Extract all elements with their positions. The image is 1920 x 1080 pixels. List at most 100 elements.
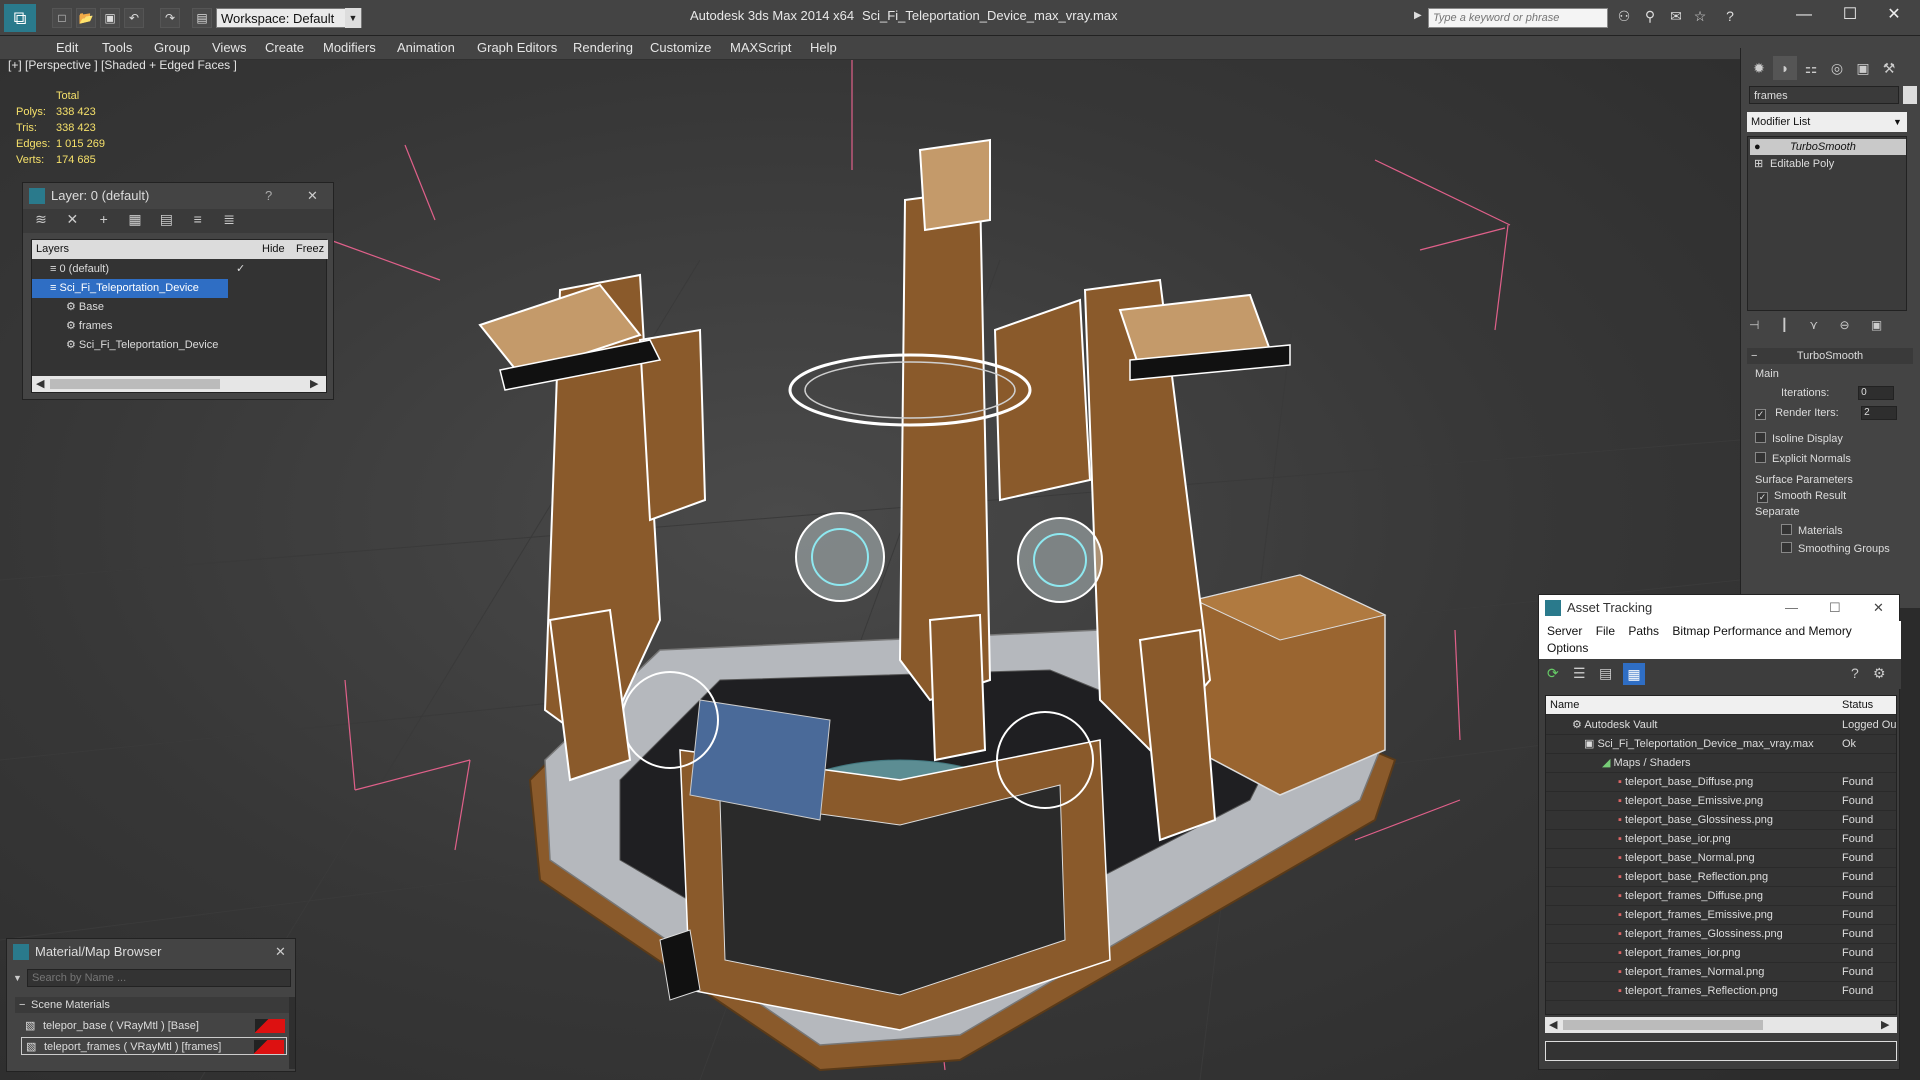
binoculars-icon[interactable]: ⚇ bbox=[1614, 8, 1634, 28]
expand-plus-icon[interactable]: ⊞ bbox=[1754, 156, 1763, 172]
col-name[interactable]: Name bbox=[1546, 699, 1579, 711]
open-file-icon[interactable]: 📂 bbox=[76, 8, 96, 28]
asset-row[interactable]: ▪ teleport_base_Normal.png Found bbox=[1546, 849, 1896, 868]
chevron-right-icon[interactable]: ▶ bbox=[1881, 1018, 1889, 1031]
object-name-field[interactable]: frames bbox=[1749, 86, 1899, 104]
menu-rendering[interactable]: Rendering bbox=[573, 40, 633, 55]
menu-create[interactable]: Create bbox=[265, 40, 304, 55]
material-item[interactable]: ▧ telepor_base ( VRayMtl ) [Base] bbox=[21, 1017, 287, 1035]
asset-menu-options[interactable]: Options bbox=[1547, 641, 1588, 655]
collapse-minus-icon[interactable]: − bbox=[1751, 348, 1757, 364]
layer-row[interactable]: ⚙ frames bbox=[32, 317, 328, 336]
asset-row[interactable]: ▪ teleport_frames_Diffuse.png Found bbox=[1546, 887, 1896, 906]
modify-tab-icon[interactable]: ◗ bbox=[1773, 56, 1797, 80]
configure-sets-icon[interactable]: ▣ bbox=[1871, 318, 1882, 332]
object-color-swatch[interactable] bbox=[1903, 86, 1917, 104]
list-view-icon[interactable]: ☰ bbox=[1573, 665, 1586, 682]
asset-menu-bitmap-performance[interactable]: Bitmap Performance and Memory bbox=[1672, 624, 1851, 638]
layer-row[interactable]: ⚙ Sci_Fi_Teleportation_Device bbox=[32, 336, 328, 355]
set-current-icon[interactable]: ≡ bbox=[188, 211, 208, 231]
collapse-minus-icon[interactable]: − bbox=[19, 997, 25, 1013]
minimize-icon[interactable]: — bbox=[1784, 4, 1824, 26]
maximize-icon[interactable]: ☐ bbox=[1829, 595, 1841, 621]
menu-tools[interactable]: Tools bbox=[102, 40, 132, 55]
close-icon[interactable]: ✕ bbox=[275, 939, 286, 965]
make-unique-icon[interactable]: ⋎ bbox=[1809, 318, 1818, 332]
chevron-down-icon[interactable]: ▼ bbox=[13, 973, 22, 983]
menu-customize[interactable]: Customize bbox=[650, 40, 711, 55]
menu-maxscript[interactable]: MAXScript bbox=[730, 40, 791, 55]
workspace-dropdown[interactable]: Workspace: Default bbox=[216, 8, 362, 28]
favorites-icon[interactable]: ☆ bbox=[1690, 8, 1710, 28]
remove-modifier-icon[interactable]: ⊖ bbox=[1840, 318, 1850, 332]
menu-modifiers[interactable]: Modifiers bbox=[323, 40, 376, 55]
menu-edit[interactable]: Edit bbox=[56, 40, 78, 55]
scroll-thumb[interactable] bbox=[1563, 1020, 1763, 1030]
grid-view-icon[interactable]: ▦ bbox=[1623, 663, 1645, 685]
app-logo-icon[interactable]: ⧉ bbox=[4, 4, 36, 32]
undo-icon[interactable]: ↶ bbox=[124, 8, 144, 28]
close-icon[interactable]: ✕ bbox=[1873, 595, 1884, 621]
col-layers[interactable]: Layers bbox=[32, 243, 69, 255]
asset-row[interactable]: ▪ teleport_frames_ior.png Found bbox=[1546, 944, 1896, 963]
add-icon[interactable]: + bbox=[94, 211, 114, 231]
smoothing-groups-checkbox[interactable] bbox=[1781, 542, 1792, 553]
chevron-left-icon[interactable]: ◀ bbox=[36, 377, 44, 390]
maximize-icon[interactable]: ☐ bbox=[1830, 4, 1870, 26]
render-iters-checkbox[interactable]: ✓ bbox=[1755, 408, 1766, 420]
asset-row[interactable]: ⚙ Autodesk Vault Logged Ou bbox=[1546, 716, 1896, 735]
explicit-normals-checkbox[interactable] bbox=[1755, 452, 1766, 463]
asset-path-field[interactable] bbox=[1545, 1041, 1897, 1061]
asset-tracking-title-bar[interactable]: Asset Tracking — ☐ ✕ bbox=[1539, 595, 1899, 621]
help-icon[interactable]: ? bbox=[1718, 8, 1742, 28]
material-browser-title-bar[interactable]: Material/Map Browser ✕ bbox=[7, 939, 295, 965]
layer-row[interactable]: ≡ Sci_Fi_Teleportation_Device bbox=[32, 279, 228, 298]
col-freeze[interactable]: Freez bbox=[296, 240, 324, 259]
asset-row[interactable]: ▪ teleport_base_Diffuse.png Found bbox=[1546, 773, 1896, 792]
smooth-result-checkbox[interactable]: ✓ bbox=[1757, 492, 1768, 503]
asset-row[interactable]: ▪ teleport_frames_Emissive.png Found bbox=[1546, 906, 1896, 925]
refresh-icon[interactable]: ⟳ bbox=[1547, 665, 1559, 682]
asset-menu-file[interactable]: File bbox=[1596, 624, 1615, 638]
utilities-tab-icon[interactable]: ⚒ bbox=[1877, 56, 1901, 80]
subscription-icon[interactable]: ⚲ bbox=[1640, 8, 1660, 28]
chevron-left-icon[interactable]: ◀ bbox=[1549, 1018, 1557, 1031]
asset-row[interactable]: ▪ teleport_base_Emissive.png Found bbox=[1546, 792, 1896, 811]
horizontal-scrollbar[interactable]: ◀ ▶ bbox=[1545, 1017, 1897, 1033]
iterations-spinner[interactable]: 0 bbox=[1858, 386, 1895, 400]
material-search-input[interactable] bbox=[27, 969, 291, 987]
asset-row[interactable]: ▪ teleport_base_ior.png Found bbox=[1546, 830, 1896, 849]
select-objects-icon[interactable]: ▦ bbox=[125, 211, 145, 231]
materials-checkbox[interactable] bbox=[1781, 524, 1792, 535]
col-status[interactable]: Status bbox=[1842, 696, 1873, 715]
pin-stack-icon[interactable]: ⊣ bbox=[1749, 318, 1759, 332]
minimize-icon[interactable]: — bbox=[1785, 595, 1798, 621]
help-icon[interactable]: ? bbox=[1851, 665, 1859, 681]
asset-row[interactable]: ▪ teleport_frames_Reflection.png Found bbox=[1546, 982, 1896, 1001]
hide-all-icon[interactable]: ≣ bbox=[219, 211, 239, 231]
menu-group[interactable]: Group bbox=[154, 40, 190, 55]
create-tab-icon[interactable]: ✹ bbox=[1747, 56, 1771, 80]
display-tab-icon[interactable]: ▣ bbox=[1851, 56, 1875, 80]
menu-animation[interactable]: Animation bbox=[397, 40, 455, 55]
select-layer-icon[interactable]: ▤ bbox=[156, 211, 176, 231]
checkmark-icon[interactable]: ✓ bbox=[236, 260, 245, 279]
search-input[interactable] bbox=[1428, 8, 1608, 28]
scene-materials-group[interactable]: − Scene Materials bbox=[15, 997, 289, 1013]
asset-row[interactable]: ▪ teleport_base_Reflection.png Found bbox=[1546, 868, 1896, 887]
hierarchy-tab-icon[interactable]: ⚏ bbox=[1799, 56, 1823, 80]
chevron-down-icon[interactable]: ▼ bbox=[345, 8, 361, 28]
new-file-icon[interactable]: □ bbox=[52, 8, 72, 28]
menu-help[interactable]: Help bbox=[810, 40, 837, 55]
menu-views[interactable]: Views bbox=[212, 40, 246, 55]
modifier-list-dropdown[interactable]: Modifier List ▼ bbox=[1747, 112, 1907, 132]
stack-item-turbosmooth[interactable]: ● TurboSmooth bbox=[1750, 139, 1906, 155]
chevron-right-icon[interactable]: ▶ bbox=[310, 377, 318, 390]
close-icon[interactable]: ✕ bbox=[1874, 4, 1914, 26]
project-folder-icon[interactable]: ▤ bbox=[192, 8, 212, 28]
layer-row[interactable]: ≡ 0 (default) ✓ bbox=[32, 260, 328, 279]
scroll-thumb[interactable] bbox=[50, 379, 220, 389]
table-view-icon[interactable]: ▤ bbox=[1599, 665, 1612, 682]
layer-stack-icon[interactable]: ≋ bbox=[31, 211, 51, 231]
delete-icon[interactable]: ✕ bbox=[62, 211, 82, 231]
